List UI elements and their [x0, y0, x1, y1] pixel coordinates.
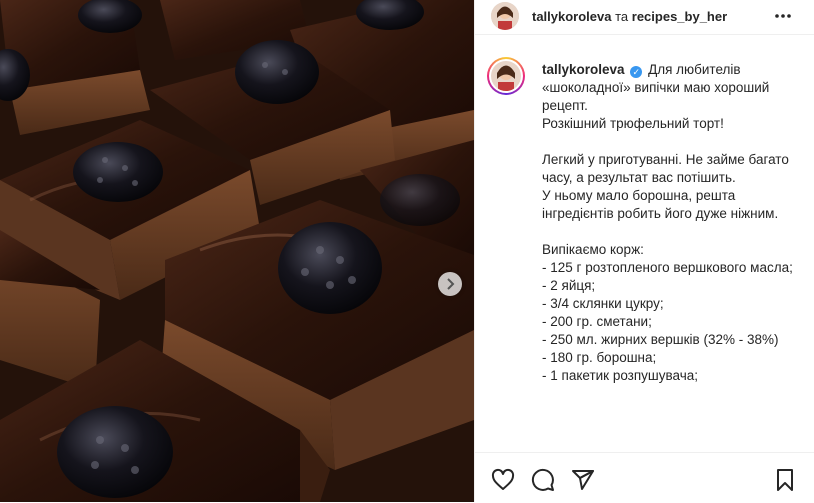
caption-line: - 2 яйця;	[542, 278, 596, 293]
avatar-image	[491, 2, 519, 30]
author-username[interactable]: tallykoroleva	[532, 9, 612, 24]
send-icon[interactable]	[571, 468, 595, 492]
avatar-image	[491, 61, 521, 91]
caption-line: Легкий у приготуванні. Не займе багато ч…	[542, 152, 789, 185]
post-sidebar: tallykoroleva та recipes_by_her tallykor	[474, 0, 814, 502]
verified-badge-icon: ✓	[630, 66, 643, 78]
more-horizontal-icon[interactable]	[771, 6, 795, 26]
chocolate-cake-photo	[0, 0, 474, 502]
story-ring-avatar[interactable]	[487, 57, 525, 95]
author-avatar[interactable]	[491, 2, 519, 30]
caption-line: Розкішний трюфельний торт!	[542, 116, 724, 131]
author-separator: та	[611, 9, 632, 24]
post-header: tallykoroleva та recipes_by_her	[475, 0, 814, 35]
coauthor-username[interactable]: recipes_by_her	[632, 9, 727, 24]
comment-icon[interactable]	[531, 468, 555, 492]
caption-username[interactable]: tallykoroleva	[542, 62, 625, 77]
post-actions	[475, 452, 814, 503]
bookmark-icon[interactable]	[773, 468, 797, 492]
post-image[interactable]	[0, 0, 474, 502]
heart-icon[interactable]	[491, 468, 515, 492]
caption-line: - 250 мл. жирних вершків (32% - 38%)	[542, 332, 779, 347]
caption-line: - 180 гр. борошна;	[542, 350, 657, 365]
post-authors: tallykoroleva та recipes_by_her	[532, 9, 727, 24]
caption-line: Випікаємо корж:	[542, 242, 644, 257]
caption-line: - 1 пакетик розпушувача;	[542, 368, 699, 383]
caption-line: - 125 г розтопленого вершкового масла;	[542, 260, 793, 275]
caption-line-0: tallykoroleva ✓ Для любителів «шоколадно…	[542, 61, 804, 115]
post-caption: tallykoroleva ✓ Для любителів «шоколадно…	[542, 61, 804, 385]
caption-line: - 200 гр. сметани;	[542, 314, 652, 329]
caption-line: - 3/4 склянки цукру;	[542, 296, 664, 311]
chevron-right-icon	[447, 278, 455, 290]
next-slide-button[interactable]	[438, 272, 462, 296]
caption-area: tallykoroleva ✓ Для любителів «шоколадно…	[475, 35, 814, 452]
caption-line: У ньому мало борошна, решта інгредієнтів…	[542, 188, 779, 221]
